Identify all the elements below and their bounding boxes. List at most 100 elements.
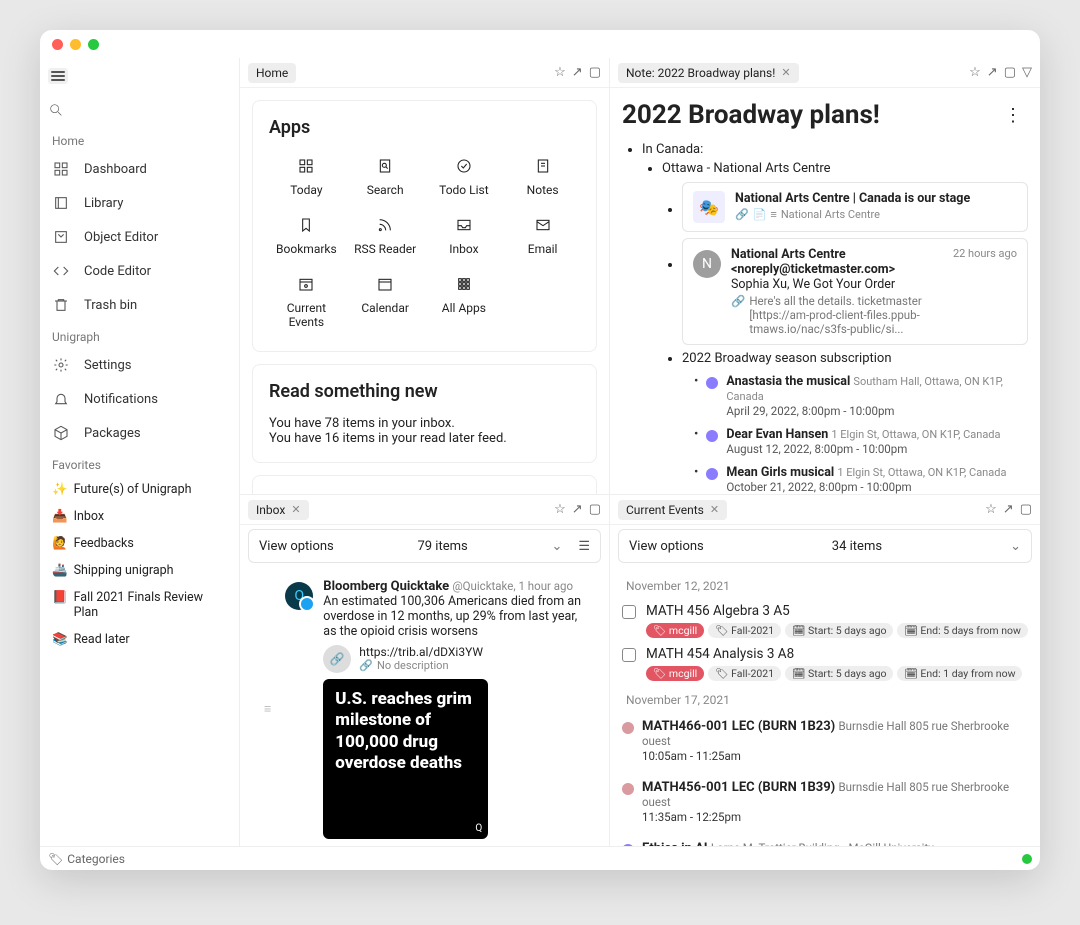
popout-icon[interactable]: ↗ bbox=[1003, 502, 1014, 517]
tab-note[interactable]: Note: 2022 Broadway plans! ✕ bbox=[618, 63, 799, 83]
nav-label: Library bbox=[84, 196, 123, 211]
view-options-inbox[interactable]: View options 79 items ⌄ ☰ bbox=[248, 529, 601, 563]
todo-checkbox[interactable] bbox=[622, 605, 636, 619]
sidebar-item-dashboard[interactable]: Dashboard bbox=[40, 152, 239, 186]
popout-icon[interactable]: ↗ bbox=[572, 65, 583, 80]
sidebar-item-code-editor[interactable]: Code Editor bbox=[40, 254, 239, 288]
nac-link-card[interactable]: 🎭 National Arts Centre | Canada is our s… bbox=[682, 182, 1028, 232]
section-home: Home bbox=[40, 126, 239, 152]
star-icon[interactable]: ☆ bbox=[969, 65, 981, 80]
item-count: 34 items bbox=[832, 539, 882, 554]
chip-tag[interactable]: 🏷 mcgill bbox=[646, 666, 704, 681]
tweet-item[interactable]: ≡ Q Bloomberg Quicktake @Quicktake, 1 ho… bbox=[252, 571, 597, 846]
app-notes[interactable]: Notes bbox=[505, 152, 580, 203]
tab-close-icon[interactable]: ✕ bbox=[781, 66, 790, 79]
app-todo-list[interactable]: Todo List bbox=[427, 152, 502, 203]
todo-checkbox[interactable] bbox=[622, 648, 636, 662]
email-card[interactable]: N National Arts Centre <noreply@ticketma… bbox=[682, 238, 1028, 345]
popout-icon[interactable]: ↗ bbox=[987, 65, 998, 80]
star-icon[interactable]: ☆ bbox=[554, 65, 566, 80]
app-all-apps[interactable]: All Apps bbox=[427, 270, 502, 335]
app-label: All Apps bbox=[442, 301, 486, 315]
maximize-icon[interactable]: ▢ bbox=[589, 502, 601, 517]
chip-end: 🗓 End: 5 days from now bbox=[897, 623, 1027, 638]
favorite-item[interactable]: ✨Future(s) of Unigraph bbox=[40, 476, 239, 503]
maximize-icon[interactable]: ▢ bbox=[1004, 65, 1016, 80]
mail-icon bbox=[507, 217, 578, 238]
apps-icon bbox=[429, 276, 500, 297]
tweet-url-card[interactable]: 🔗 https://trib.al/dDXi3YW 🔗 No descripti… bbox=[323, 645, 585, 673]
home-content: Apps TodaySearchTodo ListNotesBookmarksR… bbox=[240, 88, 609, 494]
popout-icon[interactable]: ↗ bbox=[572, 502, 583, 517]
todo-title: MATH 456 Algebra 3 A5 bbox=[646, 603, 1028, 619]
nac-title: National Arts Centre | Canada is our sta… bbox=[735, 191, 970, 206]
filter-icon[interactable]: ▽ bbox=[1022, 65, 1032, 80]
star-icon[interactable]: ☆ bbox=[985, 502, 997, 517]
app-current-events[interactable]: Current Events bbox=[269, 270, 344, 335]
bullet-ottawa: Ottawa - National Arts Centre bbox=[662, 161, 1028, 176]
favorite-item[interactable]: 📚Read later bbox=[40, 626, 239, 653]
tab-actions: ☆ ↗ ▢ ▽ bbox=[969, 65, 1032, 80]
fav-emoji-icon: 📚 bbox=[52, 632, 68, 647]
favorite-item[interactable]: 📕Fall 2021 Finals Review Plan bbox=[40, 584, 239, 626]
app-email[interactable]: Email bbox=[505, 211, 580, 262]
drag-handle-icon[interactable]: ≡ bbox=[264, 702, 271, 717]
window-minimize[interactable] bbox=[70, 39, 81, 50]
tab-close-icon[interactable]: ✕ bbox=[291, 503, 300, 516]
show-item[interactable]: • Anastasia the musical Southam Hall, Ot… bbox=[694, 370, 1028, 423]
favorite-item[interactable]: 🚢Shipping unigraph bbox=[40, 557, 239, 584]
star-icon[interactable]: ☆ bbox=[554, 502, 566, 517]
favorite-item[interactable]: 📥Inbox bbox=[40, 503, 239, 530]
sidebar-item-notifications[interactable]: Notifications bbox=[40, 382, 239, 416]
tab-current-events[interactable]: Current Events ✕ bbox=[618, 500, 727, 520]
event-dot-icon bbox=[622, 722, 634, 734]
menu-button[interactable] bbox=[48, 68, 68, 84]
app-today[interactable]: Today bbox=[269, 152, 344, 203]
app-inbox[interactable]: Inbox bbox=[427, 211, 502, 262]
window-close[interactable] bbox=[52, 39, 63, 50]
todo-item[interactable]: MATH 456 Algebra 3 A5 🏷 mcgill 🏷 Fall-20… bbox=[622, 599, 1028, 642]
sidebar-item-settings[interactable]: Settings bbox=[40, 348, 239, 382]
todo-item[interactable]: MATH 454 Analysis 3 A8 🏷 mcgill 🏷 Fall-2… bbox=[622, 642, 1028, 685]
link-icon: 🔗 bbox=[359, 659, 373, 672]
categories-label[interactable]: Categories bbox=[67, 852, 125, 866]
sidebar-item-library[interactable]: Library bbox=[40, 186, 239, 220]
more-menu-icon[interactable]: ⋮ bbox=[1004, 105, 1022, 126]
tab-close-icon[interactable]: ✕ bbox=[710, 503, 719, 516]
sidebar-item-object-editor[interactable]: Object Editor bbox=[40, 220, 239, 254]
tweet-preview-image[interactable]: U.S. reaches grim milestone of 100,000 d… bbox=[323, 679, 488, 839]
tabbar-home: Home ☆ ↗ ▢ bbox=[240, 58, 609, 88]
window-maximize[interactable] bbox=[88, 39, 99, 50]
tag-icon[interactable]: 🏷 bbox=[48, 852, 63, 866]
chevron-down-icon[interactable]: ⌄ bbox=[551, 539, 562, 554]
maximize-icon[interactable]: ▢ bbox=[1020, 502, 1032, 517]
app-calendar[interactable]: Calendar bbox=[348, 270, 423, 335]
view-options-events[interactable]: View options 34 items ⌄ bbox=[618, 529, 1032, 563]
search-icon[interactable] bbox=[48, 102, 231, 122]
favorite-item[interactable]: 🙋Feedbacks bbox=[40, 530, 239, 557]
maximize-icon[interactable]: ▢ bbox=[589, 65, 601, 80]
show-item[interactable]: • Dear Evan Hansen 1 Elgin St, Ottawa, O… bbox=[694, 423, 1028, 461]
note-body: In Canada: Ottawa - National Arts Centre… bbox=[622, 142, 1028, 494]
sidebar-item-trash-bin[interactable]: Trash bin bbox=[40, 288, 239, 322]
calendar-event[interactable]: Ethics in AI Lorne M. Trottier Building … bbox=[622, 837, 1028, 846]
sidebar-item-packages[interactable]: Packages bbox=[40, 416, 239, 450]
bookmark-icon bbox=[271, 217, 342, 238]
read-card: Read something new You have 78 items in … bbox=[252, 364, 597, 463]
app-rss-reader[interactable]: RSS Reader bbox=[348, 211, 423, 262]
calendar-event[interactable]: MATH456-001 LEC (BURN 1B39) Burnsdie Hal… bbox=[622, 776, 1028, 829]
library-icon bbox=[52, 194, 70, 212]
bell-icon bbox=[52, 390, 70, 408]
tab-inbox[interactable]: Inbox ✕ bbox=[248, 500, 309, 520]
chip-tag[interactable]: 🏷 mcgill bbox=[646, 623, 704, 638]
show-item[interactable]: • Mean Girls musical 1 Elgin St, Ottawa,… bbox=[694, 461, 1028, 494]
tab-home[interactable]: Home bbox=[248, 63, 296, 83]
app-bookmarks[interactable]: Bookmarks bbox=[269, 211, 344, 262]
app-search[interactable]: Search bbox=[348, 152, 423, 203]
sort-icon[interactable]: ☰ bbox=[578, 539, 590, 554]
calendar-event[interactable]: MATH466-001 LEC (BURN 1B23) Burnsdie Hal… bbox=[622, 715, 1028, 768]
chip-tag[interactable]: 🏷 Fall-2021 bbox=[708, 623, 781, 638]
chip-tag[interactable]: 🏷 Fall-2021 bbox=[708, 666, 781, 681]
chevron-down-icon[interactable]: ⌄ bbox=[1010, 539, 1021, 554]
section-favorites: Favorites bbox=[40, 450, 239, 476]
